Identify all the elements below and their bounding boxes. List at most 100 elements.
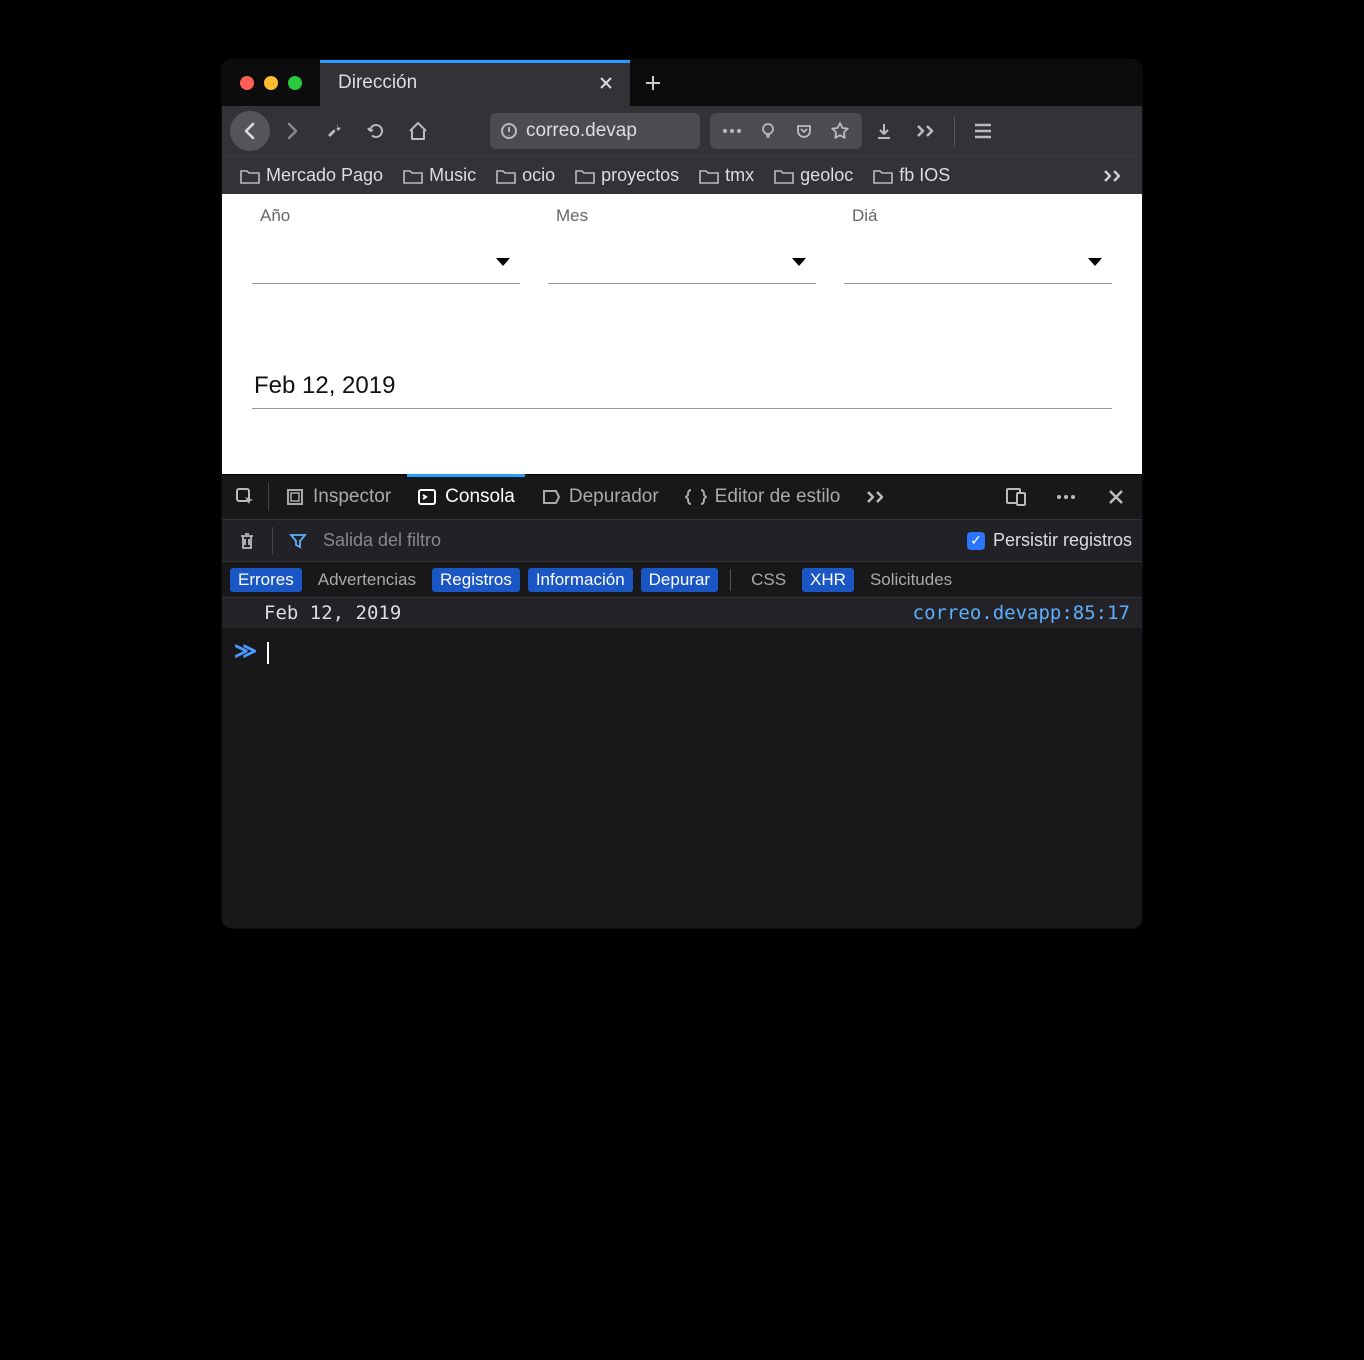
style-editor-icon [685, 487, 707, 507]
console-icon [417, 487, 437, 507]
close-window-button[interactable] [240, 76, 254, 90]
month-select-group: Mes [548, 206, 816, 284]
bookmarks-overflow-button[interactable] [1094, 164, 1132, 188]
tab-style-editor[interactable]: Editor de estilo [675, 475, 851, 519]
folder-icon [575, 168, 595, 184]
forward-button[interactable] [272, 111, 312, 151]
inspector-icon [285, 487, 305, 507]
devtools-menu-button[interactable] [1046, 477, 1086, 517]
bookmark-label: Mercado Pago [266, 165, 383, 186]
developer-button[interactable] [314, 111, 354, 151]
close-devtools-button[interactable] [1096, 477, 1136, 517]
folder-icon [774, 168, 794, 184]
date-output[interactable]: Feb 12, 2019 [252, 364, 1112, 409]
console-log-row[interactable]: Feb 12, 2019 correo.devapp:85:17 [222, 598, 1142, 628]
url-actions [710, 113, 862, 149]
devtools-panel: Inspector Consola Depurador Editor de es… [222, 474, 1142, 928]
bookmark-item[interactable]: tmx [691, 161, 762, 190]
downloads-button[interactable] [864, 111, 904, 151]
browser-window: Dirección correo.devap [222, 60, 1142, 928]
toolbar-separator [954, 116, 955, 146]
filter-input[interactable]: Salida del filtro [323, 530, 957, 551]
console-label: Consola [445, 486, 515, 508]
folder-icon [496, 168, 516, 184]
toolbar: correo.devap [222, 106, 1142, 156]
day-label: Diá [844, 206, 1112, 226]
close-tab-button[interactable] [594, 71, 618, 95]
log-source-link[interactable]: correo.devapp:85:17 [913, 602, 1130, 624]
bookmark-label: ocio [522, 165, 555, 186]
bookmark-label: proyectos [601, 165, 679, 186]
lightbulb-icon[interactable] [752, 111, 784, 151]
filter-xhr[interactable]: XHR [802, 568, 854, 592]
filter-css[interactable]: CSS [743, 568, 794, 592]
url-bar[interactable]: correo.devap [490, 113, 700, 149]
debugger-label: Depurador [569, 486, 659, 508]
tab-console[interactable]: Consola [407, 475, 525, 519]
chevron-down-icon [1088, 258, 1102, 266]
filter-toggle-button[interactable] [283, 521, 313, 561]
home-button[interactable] [398, 111, 438, 151]
console-category-bar: Errores Advertencias Registros Informaci… [222, 562, 1142, 598]
year-select[interactable] [252, 240, 520, 284]
overflow-button[interactable] [906, 111, 946, 151]
bookmark-label: tmx [725, 165, 754, 186]
folder-icon [699, 168, 719, 184]
day-select-group: Diá [844, 206, 1112, 284]
devtools-overflow-button[interactable] [856, 477, 896, 517]
chevron-down-icon [792, 258, 806, 266]
bookmark-item[interactable]: fb IOS [865, 161, 958, 190]
minimize-window-button[interactable] [264, 76, 278, 90]
url-text: correo.devap [526, 120, 637, 142]
bookmark-item[interactable]: proyectos [567, 161, 687, 190]
page-content: Año Mes Diá Feb 12, 2019 [222, 194, 1142, 474]
tab-strip: Dirección [222, 60, 1142, 106]
bookmark-item[interactable]: Music [395, 161, 484, 190]
bookmark-item[interactable]: geoloc [766, 161, 861, 190]
bookmark-item[interactable]: ocio [488, 161, 563, 190]
back-button[interactable] [230, 111, 270, 151]
date-select-row: Año Mes Diá [252, 206, 1112, 284]
bookmark-star-button[interactable] [824, 111, 856, 151]
inspector-label: Inspector [313, 486, 391, 508]
tab-inspector[interactable]: Inspector [275, 475, 401, 519]
filter-logs[interactable]: Registros [432, 568, 520, 592]
pocket-button[interactable] [788, 111, 820, 151]
filter-warnings[interactable]: Advertencias [310, 568, 424, 592]
style-editor-label: Editor de estilo [715, 486, 841, 508]
separator [268, 483, 269, 511]
month-label: Mes [548, 206, 816, 226]
element-picker-button[interactable] [228, 477, 262, 517]
debugger-icon [541, 487, 561, 507]
bookmark-label: geoloc [800, 165, 853, 186]
clear-console-button[interactable] [232, 521, 262, 561]
new-tab-button[interactable] [630, 74, 676, 92]
bookmark-label: fb IOS [899, 165, 950, 186]
month-select[interactable] [548, 240, 816, 284]
filter-debug[interactable]: Depurar [641, 568, 718, 592]
browser-tab[interactable]: Dirección [320, 60, 630, 106]
devtools-tabs: Inspector Consola Depurador Editor de es… [222, 474, 1142, 520]
filter-requests[interactable]: Solicitudes [862, 568, 960, 592]
bookmark-label: Music [429, 165, 476, 186]
tab-debugger[interactable]: Depurador [531, 475, 669, 519]
traffic-lights [222, 76, 320, 90]
page-actions-button[interactable] [716, 111, 748, 151]
filter-errors[interactable]: Errores [230, 568, 302, 592]
folder-icon [403, 168, 423, 184]
separator [730, 569, 731, 591]
prompt-chevron-icon: ≫ [234, 638, 257, 664]
console-filter-bar: Salida del filtro ✓ Persistir registros [222, 520, 1142, 562]
filter-info[interactable]: Información [528, 568, 633, 592]
console-input-row[interactable]: ≫ [222, 628, 1142, 928]
day-select[interactable] [844, 240, 1112, 284]
reload-button[interactable] [356, 111, 396, 151]
folder-icon [240, 168, 260, 184]
tab-title: Dirección [338, 72, 594, 94]
year-select-group: Año [252, 206, 520, 284]
bookmark-item[interactable]: Mercado Pago [232, 161, 391, 190]
maximize-window-button[interactable] [288, 76, 302, 90]
menu-button[interactable] [963, 111, 1003, 151]
responsive-mode-button[interactable] [996, 477, 1036, 517]
persist-logs-toggle[interactable]: ✓ Persistir registros [967, 530, 1132, 551]
